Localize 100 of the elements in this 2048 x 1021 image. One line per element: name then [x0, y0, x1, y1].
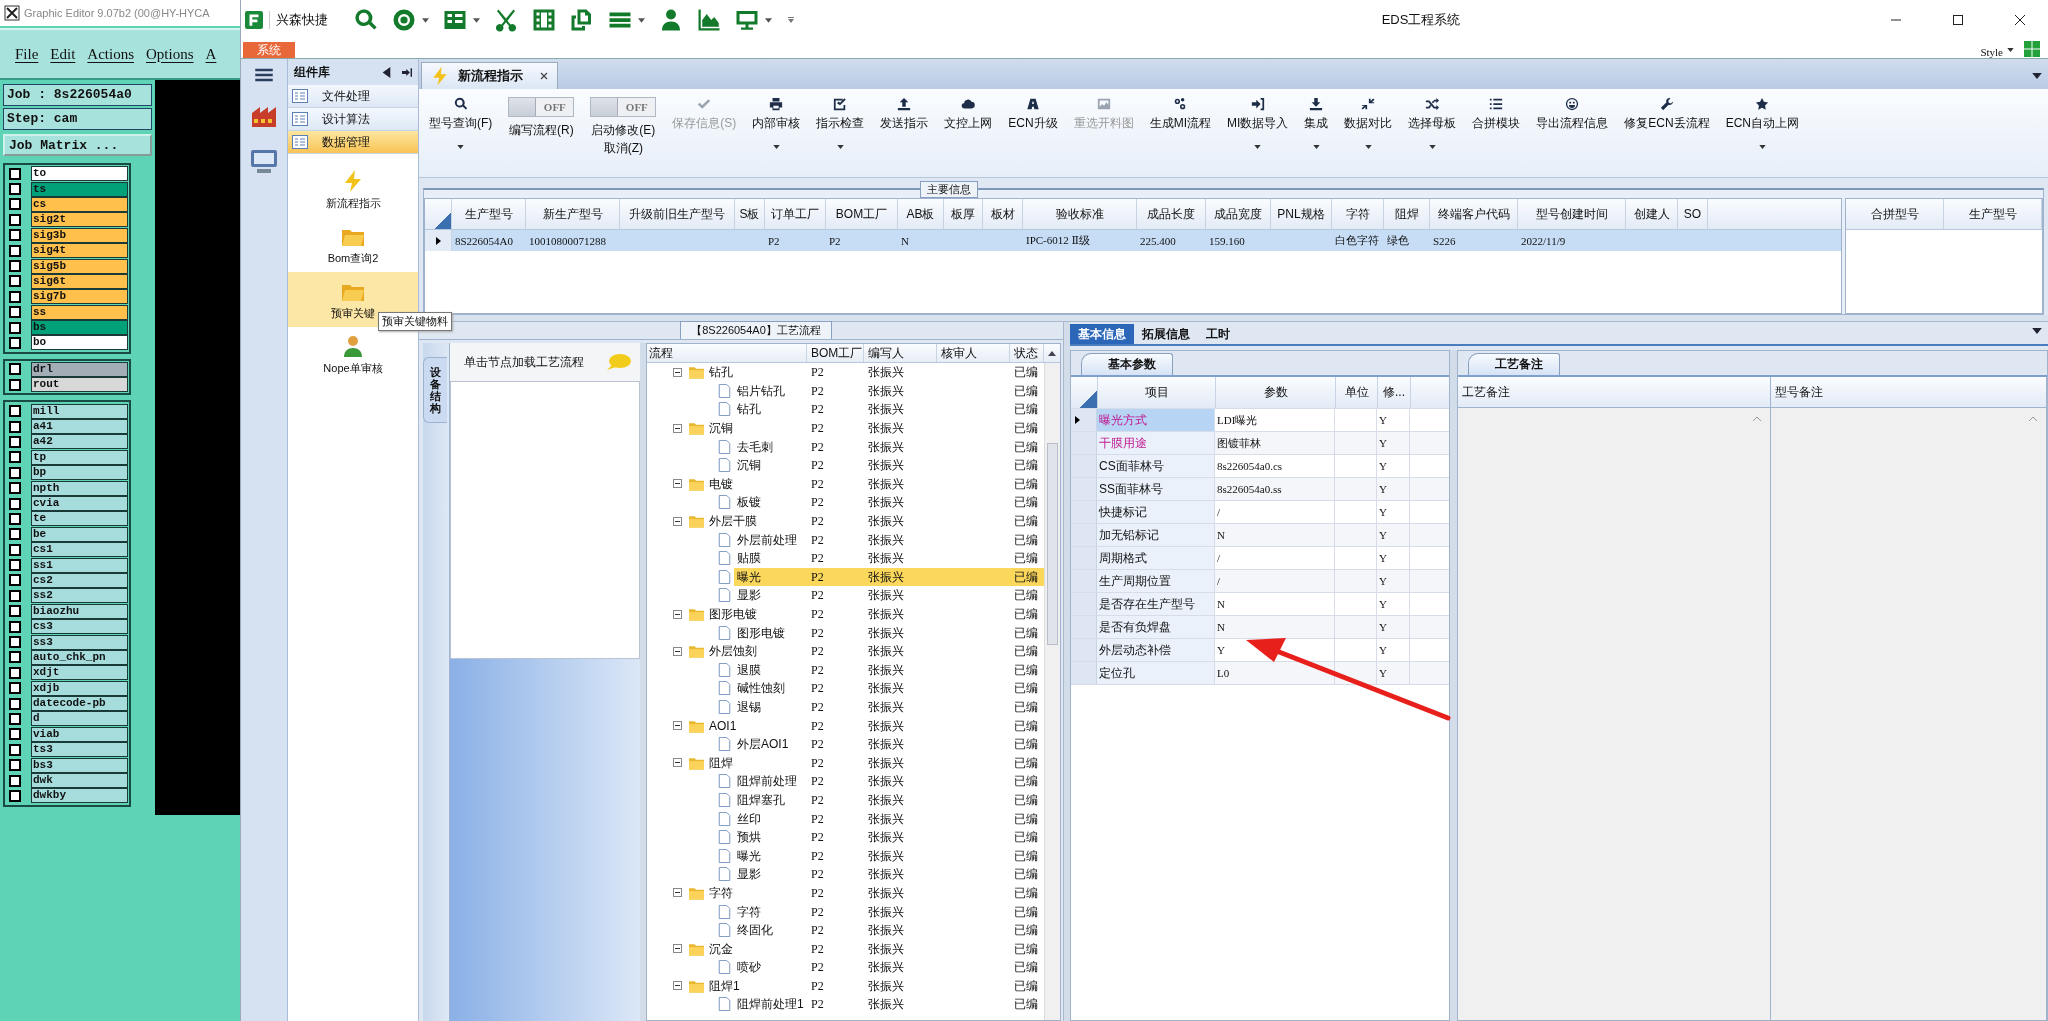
- collapse-toggle-icon[interactable]: [673, 479, 682, 489]
- close-icon[interactable]: [2014, 14, 2026, 26]
- column-header[interactable]: 型号备注: [1771, 377, 2046, 408]
- tree-node[interactable]: 图形电镀: [735, 623, 787, 642]
- tree-node[interactable]: AOI1: [707, 716, 739, 735]
- column-header[interactable]: 参数: [1216, 377, 1336, 408]
- column-header[interactable]: 合拼型号: [1846, 199, 1944, 229]
- layer-checkbox[interactable]: [9, 244, 21, 257]
- toolbar-button[interactable]: 集成: [1298, 95, 1335, 171]
- layer-name[interactable]: a41: [31, 419, 128, 435]
- column-header[interactable]: 板厚: [944, 199, 983, 229]
- layer-name[interactable]: datecode-pb: [31, 696, 128, 712]
- grid-icon[interactable]: [443, 8, 467, 32]
- layer-checkbox[interactable]: [9, 559, 21, 572]
- column-header[interactable]: BOM工厂: [807, 344, 864, 362]
- tree-node[interactable]: 电镀: [707, 474, 735, 493]
- column-header[interactable]: BOM工厂: [826, 199, 898, 229]
- column-header[interactable]: 创建人: [1626, 199, 1678, 229]
- scrollbar-thumb[interactable]: [1047, 443, 1058, 645]
- column-header[interactable]: 升级前旧生产型号: [620, 199, 735, 229]
- tree-node[interactable]: 外层干膜: [707, 512, 759, 531]
- tree-node[interactable]: 沉铜: [707, 419, 735, 438]
- toolbar-button[interactable]: 型号查询(F): [423, 95, 499, 171]
- maximize-icon[interactable]: [1952, 14, 1964, 26]
- layer-name[interactable]: ss3: [31, 634, 128, 650]
- caret-icon[interactable]: [1254, 145, 1262, 149]
- layer-name[interactable]: sig4t: [31, 243, 128, 259]
- tree-node[interactable]: 碱性蚀刻: [735, 679, 787, 698]
- person-icon[interactable]: [659, 8, 683, 32]
- collapse-toggle-icon[interactable]: [673, 423, 682, 433]
- film-icon[interactable]: [532, 8, 556, 32]
- side-tab[interactable]: 设备结构: [423, 357, 447, 424]
- tree-node[interactable]: 预烘: [735, 828, 763, 847]
- tree-node[interactable]: 阻焊前处理1: [735, 995, 806, 1014]
- collapse-toggle-icon[interactable]: [673, 367, 682, 377]
- layer-name[interactable]: npth: [31, 480, 128, 496]
- layer-checkbox[interactable]: [9, 605, 21, 618]
- menu-item[interactable]: Edit: [45, 43, 81, 65]
- layer-name[interactable]: be: [31, 526, 128, 542]
- tree-node[interactable]: 曝光: [735, 846, 763, 865]
- layer-name[interactable]: ts3: [31, 742, 128, 758]
- layer-name[interactable]: viab: [31, 726, 128, 742]
- column-header[interactable]: 板材: [983, 199, 1023, 229]
- document-tab[interactable]: 新流程指示: [421, 62, 558, 89]
- toolbar-button[interactable]: 发送指示: [874, 95, 935, 171]
- column-header[interactable]: 状态: [1010, 344, 1044, 362]
- lifebuoy-icon[interactable]: [392, 8, 416, 32]
- caret-icon[interactable]: [2032, 73, 2042, 79]
- table-row[interactable]: 8S226054A0 10010800071288 P2 P2 N IPC-6012 Ⅱ级 225.400 159.160 白色字符 绿色 S226 2022/11/9: [425, 230, 1841, 251]
- category-item[interactable]: 数据管理: [288, 131, 418, 154]
- module-item[interactable]: Bom查询2: [288, 217, 418, 272]
- layer-checkbox[interactable]: [9, 543, 21, 556]
- tree-node[interactable]: 贴膜: [735, 549, 763, 568]
- tree-node[interactable]: 图形电镀: [707, 605, 759, 623]
- column-header[interactable]: 流程: [647, 344, 807, 362]
- tree-node[interactable]: 显影: [735, 586, 763, 605]
- tree-node[interactable]: 终固化: [735, 921, 775, 940]
- layer-checkbox[interactable]: [9, 260, 21, 273]
- layer-checkbox[interactable]: [9, 512, 21, 525]
- column-header[interactable]: AB板: [898, 199, 944, 229]
- column-header[interactable]: 成品长度: [1137, 199, 1206, 229]
- collapse-toggle-icon[interactable]: [673, 981, 682, 991]
- tree-node[interactable]: 外层蚀刻: [707, 642, 759, 661]
- column-header[interactable]: 项目: [1098, 377, 1216, 408]
- panel-tab[interactable]: 工艺备注: [1468, 353, 1560, 375]
- toolbar-button[interactable]: 生成MI流程: [1143, 95, 1217, 171]
- layer-name[interactable]: bo: [31, 335, 128, 351]
- toolbar-button[interactable]: ECN自动上网: [1719, 95, 1806, 171]
- layer-checkbox[interactable]: [9, 337, 21, 349]
- menu-item[interactable]: Actions: [82, 43, 139, 65]
- toolbar-button[interactable]: ECN升级: [1002, 95, 1064, 171]
- layer-name[interactable]: xdjt: [31, 665, 128, 681]
- tree-node[interactable]: 沉铜: [735, 456, 763, 475]
- panel-tab[interactable]: 基本参数: [1081, 353, 1173, 375]
- column-header[interactable]: 字符: [1332, 199, 1384, 229]
- toolbar-button[interactable]: 导出流程信息: [1530, 95, 1615, 171]
- toolbar-button[interactable]: 合拼模块: [1466, 95, 1527, 171]
- layer-checkbox[interactable]: [9, 697, 21, 710]
- column-header[interactable]: 终端客户代码: [1430, 199, 1518, 229]
- caret-icon[interactable]: [473, 17, 480, 23]
- caret-icon[interactable]: [457, 145, 465, 149]
- layer-checkbox[interactable]: [9, 497, 21, 510]
- tree-node[interactable]: 阻焊塞孔: [735, 790, 787, 809]
- tree-node[interactable]: 钻孔: [735, 400, 763, 419]
- customize-caret-icon[interactable]: [788, 17, 794, 23]
- caret-icon[interactable]: [1428, 145, 1436, 149]
- layer-name[interactable]: cvia: [31, 496, 128, 511]
- column-header[interactable]: 工艺备注: [1458, 377, 1770, 408]
- column-header[interactable]: 型号创建时间: [1518, 199, 1626, 229]
- layer-name[interactable]: cs3: [31, 619, 128, 635]
- tree-node[interactable]: 显影: [735, 865, 763, 884]
- layer-name[interactable]: ts: [31, 181, 128, 197]
- column-header[interactable]: SO: [1678, 199, 1708, 229]
- layer-name[interactable]: ss: [31, 304, 128, 320]
- column-header[interactable]: S板: [735, 199, 765, 229]
- column-header[interactable]: 验收标准: [1023, 199, 1137, 229]
- layer-name[interactable]: sig7b: [31, 289, 128, 305]
- column-header[interactable]: 成品宽度: [1206, 199, 1271, 229]
- caret-icon[interactable]: [2032, 328, 2042, 334]
- menu-item[interactable]: File: [10, 43, 44, 65]
